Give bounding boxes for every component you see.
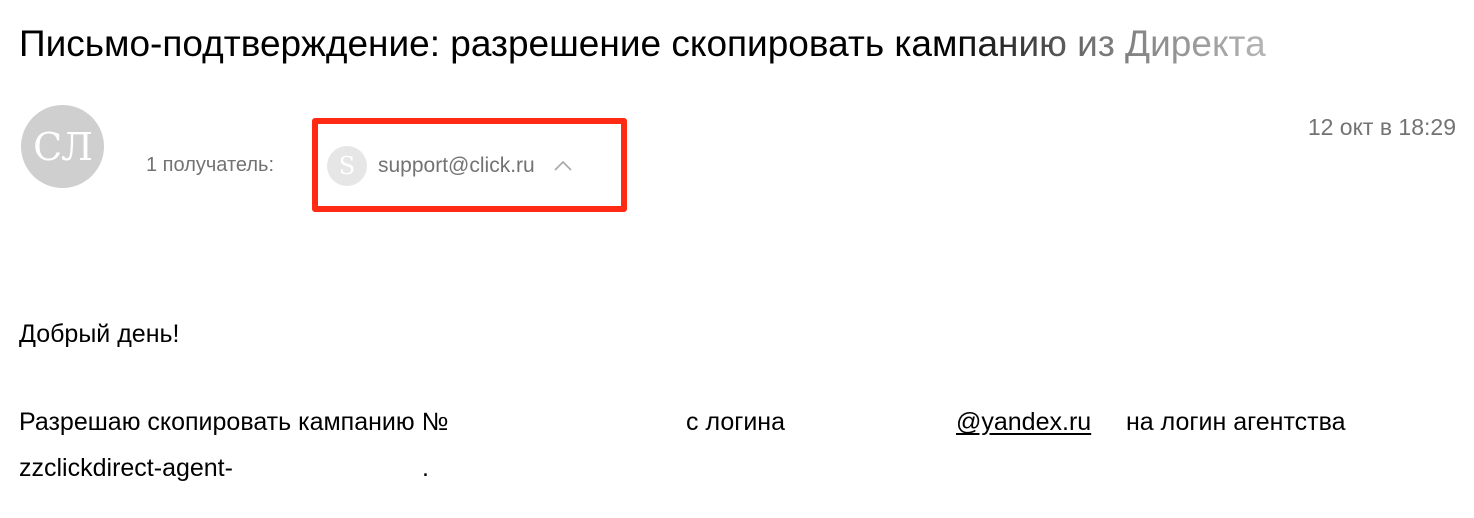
body-text: Разрешаю скопировать кампанию № <box>19 408 449 436</box>
body-text: . <box>422 454 429 482</box>
body-text: zzclickdirect-agent- <box>19 454 233 482</box>
body-text: с логина <box>686 408 786 436</box>
recipient-avatar-letter: S <box>338 152 356 180</box>
body-greeting: Добрый день! <box>19 320 180 348</box>
email-subject: Письмо-подтверждение: разрешение скопиро… <box>19 17 1266 71</box>
recipients-count-label: 1 получатель: <box>146 154 275 176</box>
recipient-email[interactable]: support@click.ru <box>378 153 535 179</box>
email-date: 12 окт в 18:29 <box>1307 114 1456 140</box>
sender-avatar[interactable]: СЛ <box>21 105 104 188</box>
chevron-up-icon[interactable] <box>553 156 573 176</box>
email-link[interactable]: @yandex.ru <box>956 406 1091 438</box>
sender-avatar-initials: СЛ <box>33 124 93 169</box>
recipient-chip[interactable]: S support@click.ru <box>327 146 573 186</box>
recipient-avatar: S <box>327 146 367 186</box>
body-text: на логин агентства <box>1126 408 1346 436</box>
